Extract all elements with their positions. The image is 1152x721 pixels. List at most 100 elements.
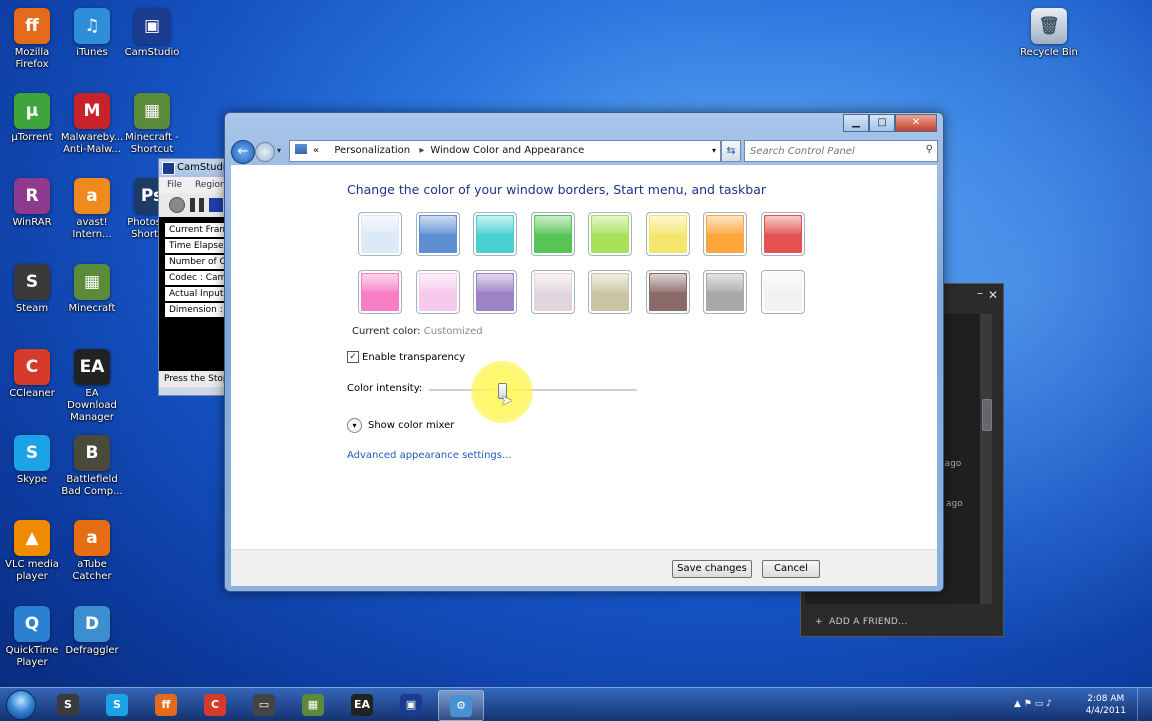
taskbar-firefox[interactable]: ff: [144, 690, 188, 719]
add-friend-button[interactable]: + ADD A FRIEND...: [815, 617, 908, 627]
menu-file[interactable]: File: [167, 180, 182, 190]
taskbar-terminal[interactable]: ▭: [242, 690, 286, 719]
taskbar-ccleaner[interactable]: C: [193, 690, 237, 719]
start-button[interactable]: [2, 688, 40, 721]
desktop-icon[interactable]: R WinRAR: [0, 178, 64, 229]
record-icon[interactable]: [169, 197, 185, 213]
minimize-icon[interactable]: –: [977, 286, 983, 300]
scroll-thumb[interactable]: [982, 399, 992, 431]
search-icon[interactable]: ⚲: [926, 144, 933, 155]
desktop-icon[interactable]: ▣ CamStudio: [120, 8, 184, 59]
pause-icon[interactable]: [190, 198, 204, 212]
back-button[interactable]: ←: [231, 140, 255, 164]
cancel-button[interactable]: Cancel: [762, 560, 820, 578]
taskbar-ea[interactable]: EA: [340, 690, 384, 719]
breadcrumb-personalization[interactable]: Personalization: [334, 145, 410, 156]
app-icon: Q: [14, 606, 50, 642]
address-bar[interactable]: « Personalization ▸ Window Color and Appe…: [289, 140, 721, 162]
desktop-icon[interactable]: a aTube Catcher: [60, 520, 124, 583]
mouse-cursor-icon: ➤: [500, 393, 513, 409]
camstudio-status: Press the Stop: [159, 371, 231, 387]
search-box[interactable]: ⚲: [744, 140, 938, 162]
breadcrumb-window-color[interactable]: Window Color and Appearance: [430, 145, 584, 156]
desktop-icon-label: Minecraft - Shortcut: [125, 132, 179, 155]
desktop-icon[interactable]: B Battlefield Bad Comp...: [60, 435, 124, 498]
app-icon: B: [74, 435, 110, 471]
desktop-icon-label: EA Download Manager: [67, 388, 117, 423]
taskbar-steam[interactable]: S: [46, 690, 90, 719]
camstudio-titlebar[interactable]: CamStudio: [159, 159, 232, 177]
desktop-icon[interactable]: S Skype: [0, 435, 64, 486]
color-swatch[interactable]: [645, 270, 690, 314]
taskbar-minecraft[interactable]: ▦: [291, 690, 335, 719]
desktop-icon-label: CCleaner: [9, 388, 55, 399]
desktop-icon[interactable]: ▲ VLC media player: [0, 520, 64, 583]
clock[interactable]: 2:08 AM 4/4/2011: [1086, 693, 1126, 717]
show-color-mixer[interactable]: ▾ Show color mixer: [347, 418, 454, 433]
color-swatch[interactable]: [358, 270, 402, 314]
chevron-down-icon[interactable]: ▾: [347, 418, 362, 433]
recent-pages-icon[interactable]: ▾: [277, 146, 281, 155]
forward-button[interactable]: [255, 142, 275, 162]
menu-region[interactable]: Region: [195, 180, 226, 190]
desktop-icon[interactable]: ♫ iTunes: [60, 8, 124, 59]
desktop-icon-label: Skype: [16, 474, 48, 485]
desktop-icon[interactable]: D Defraggler: [60, 606, 124, 657]
desktop-icon[interactable]: S Steam: [0, 264, 64, 315]
save-changes-button[interactable]: Save changes: [672, 560, 752, 578]
desktop-icon[interactable]: C CCleaner: [0, 349, 64, 400]
color-swatch[interactable]: [473, 212, 517, 256]
desktop-icon-label: Mozilla Firefox: [14, 47, 50, 70]
transparency-option[interactable]: ✓ Enable transparency: [347, 351, 465, 363]
stop-icon[interactable]: [209, 198, 223, 212]
breadcrumb-arrow-icon[interactable]: ▸: [419, 145, 424, 156]
desktop-icon[interactable]: Q QuickTime Player: [0, 606, 64, 669]
color-swatch[interactable]: [530, 270, 575, 314]
ea-icon: EA: [351, 693, 373, 716]
breadcrumb-overflow[interactable]: «: [313, 145, 319, 156]
color-swatch[interactable]: [530, 212, 575, 256]
show-desktop-button[interactable]: [1137, 688, 1152, 721]
desktop-icon[interactable]: ▦ Minecraft: [60, 264, 124, 315]
color-swatch[interactable]: [415, 212, 460, 256]
stat-dimension: Dimension :: [165, 303, 227, 317]
intensity-slider-track[interactable]: [429, 389, 637, 391]
address-dropdown-icon[interactable]: ▾: [712, 141, 716, 161]
color-swatch[interactable]: [703, 270, 747, 314]
desktop-icon[interactable]: ff Mozilla Firefox: [0, 8, 64, 71]
maximize-button[interactable]: □: [869, 114, 895, 132]
desktop-icon[interactable]: a avast! Intern...: [60, 178, 124, 241]
desktop-icon[interactable]: EA EA Download Manager: [60, 349, 124, 424]
close-icon[interactable]: ✕: [988, 288, 998, 302]
taskbar-control-panel[interactable]: ⚙: [438, 690, 484, 721]
desktop-icon[interactable]: µ µTorrent: [0, 93, 64, 144]
desktop-icon[interactable]: M Malwareby... Anti-Malw...: [60, 93, 124, 156]
refresh-button[interactable]: ⇆: [721, 140, 741, 162]
minimize-button[interactable]: ▁: [843, 114, 869, 132]
advanced-appearance-link[interactable]: Advanced appearance settings...: [347, 450, 512, 461]
camstudio-window[interactable]: CamStudio File Region Current Frame Time…: [158, 158, 232, 396]
color-swatch[interactable]: [703, 212, 747, 256]
transparency-checkbox[interactable]: ✓: [347, 351, 359, 363]
search-input[interactable]: [745, 141, 917, 161]
color-swatch[interactable]: [645, 212, 690, 256]
taskbar-camstudio[interactable]: ▣: [389, 690, 433, 719]
scrollbar[interactable]: [980, 314, 992, 604]
color-swatch[interactable]: [473, 270, 517, 314]
color-swatch[interactable]: [588, 212, 632, 256]
color-swatch[interactable]: [415, 270, 460, 314]
desktop-icon-label: QuickTime Player: [5, 645, 59, 668]
close-button[interactable]: ✕: [895, 114, 937, 132]
window-controls: ▁ □ ✕: [843, 114, 937, 132]
desktop-icon[interactable]: ▦ Minecraft - Shortcut: [120, 93, 184, 156]
taskbar-skype[interactable]: S: [95, 690, 139, 719]
color-swatch[interactable]: [760, 270, 805, 314]
app-icon: S: [14, 264, 50, 300]
desktop-icon-recycle-bin[interactable]: 🗑 Recycle Bin: [1017, 8, 1081, 59]
color-swatch[interactable]: [760, 212, 805, 256]
color-swatch[interactable]: [588, 270, 632, 314]
app-icon: S: [14, 435, 50, 471]
color-swatch[interactable]: [358, 212, 402, 256]
control-panel-window[interactable]: ▁ □ ✕ ← ▾ « Personalization ▸ Window Colo…: [224, 112, 944, 592]
tray-icons[interactable]: ▲ ⚑ ▭ ♪: [1014, 699, 1052, 709]
